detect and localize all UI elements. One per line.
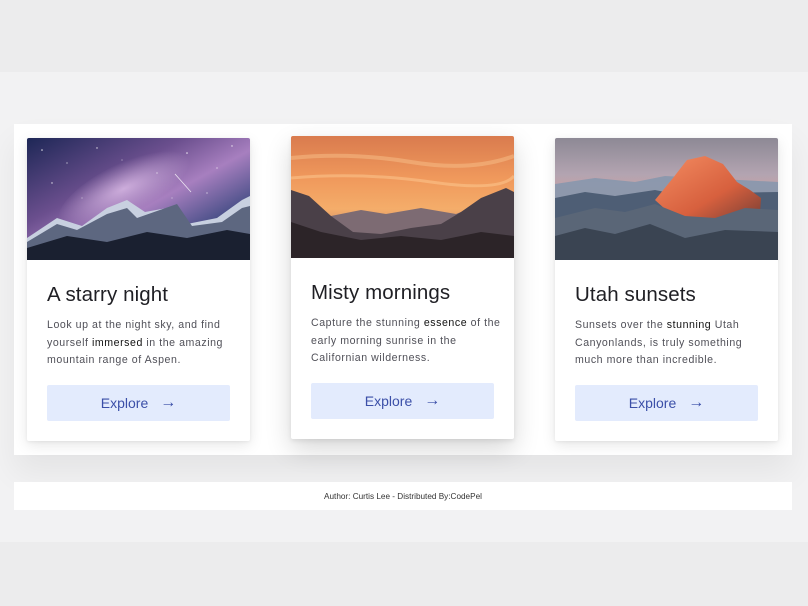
explore-label: Explore (100, 395, 149, 411)
utah-sunsets-image (555, 138, 778, 260)
card-description: Look up at the night sky, and find yours… (47, 319, 224, 366)
starry-night-image (27, 138, 250, 260)
emphasis-word: immersed (92, 336, 143, 349)
arrow-right-icon: → (424, 392, 441, 409)
card-description: Sunsets over the stunning Utah Canyonlan… (575, 319, 743, 366)
card-utah-sunsets: Utah sunsets Sunsets over the stunning U… (555, 138, 778, 441)
arrow-right-icon: → (160, 394, 177, 411)
card-starry-night: A starry night Look up at the night sky,… (27, 138, 250, 441)
card-description: Capture the stunning essence of the earl… (311, 317, 501, 364)
cards-panel: A starry night Look up at the night sky,… (14, 124, 792, 455)
explore-label: Explore (364, 393, 413, 409)
card-title: Utah sunsets (575, 283, 696, 306)
explore-button[interactable]: Explore → (575, 385, 758, 421)
card-misty-mornings: Misty mornings Capture the stunning esse… (291, 136, 514, 439)
emphasis-word: essence (423, 317, 468, 329)
emphasis-word: stunning (666, 319, 712, 331)
card-title: Misty mornings (311, 281, 451, 304)
footer-credit: Author: Curtis Lee - Distributed By:Code… (324, 491, 482, 501)
arrow-right-icon: → (688, 394, 705, 411)
card-title: A starry night (47, 283, 169, 306)
explore-label: Explore (628, 395, 677, 411)
explore-button[interactable]: Explore → (311, 383, 494, 419)
footer-bar: Author: Curtis Lee - Distributed By:Code… (14, 482, 792, 510)
explore-button[interactable]: Explore → (47, 385, 230, 421)
misty-mornings-image (291, 136, 514, 258)
